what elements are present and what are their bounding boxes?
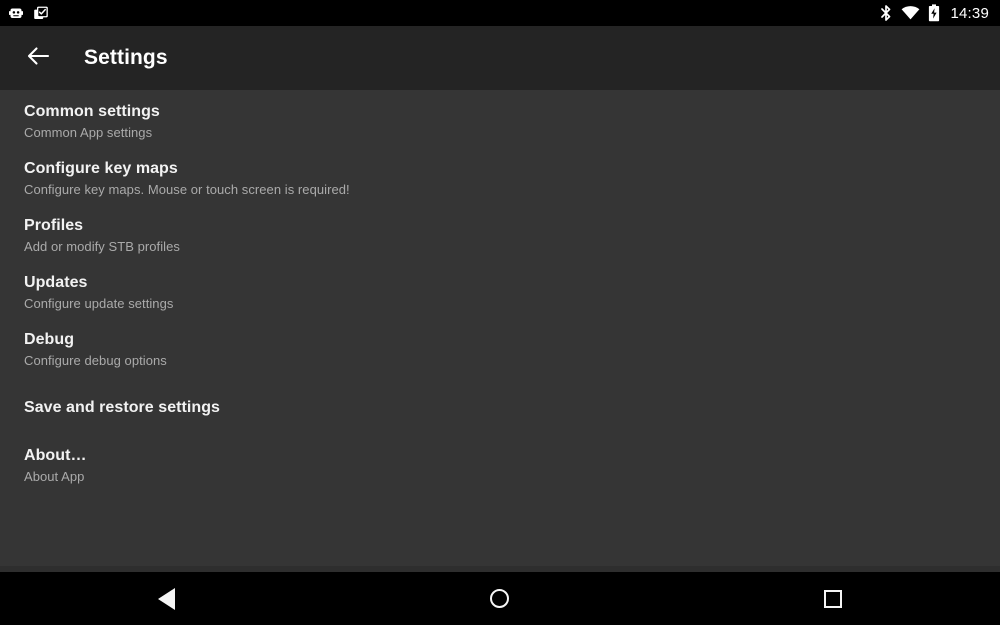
settings-item-save-and-restore-settings[interactable]: Save and restore settings [0, 397, 1000, 418]
settings-item-subtitle: Configure key maps. Mouse or touch scree… [24, 182, 350, 197]
settings-item-debug[interactable]: Debug Configure debug options [0, 329, 1000, 370]
settings-item-title: Debug [24, 331, 75, 348]
nav-home-button[interactable] [333, 572, 666, 625]
nav-recents-button[interactable] [667, 572, 1000, 625]
settings-content: Common settings Common App settings Conf… [0, 90, 1000, 572]
settings-item-configure-key-maps[interactable]: Configure key maps Configure key maps. M… [0, 158, 1000, 199]
app-toolbar: Settings [0, 26, 1000, 90]
settings-item-title: Common settings [24, 103, 160, 120]
settings-list: Common settings Common App settings Conf… [0, 90, 1000, 486]
settings-item-common-settings[interactable]: Common settings Common App settings [0, 101, 1000, 142]
battery-charging-icon [928, 4, 940, 22]
robot-notification-icon [8, 5, 24, 21]
nav-back-button[interactable] [0, 572, 333, 625]
square-recents-icon [824, 589, 843, 608]
page-title: Settings [84, 46, 168, 69]
settings-item-title: Updates [24, 274, 88, 291]
settings-item-subtitle: Configure debug options [24, 353, 167, 368]
status-bar-clock: 14:39 [950, 4, 989, 22]
toolbar-back-button[interactable] [14, 34, 62, 82]
status-bar: 14:39 [0, 0, 1000, 26]
circle-home-icon [490, 589, 510, 608]
system-navigation-bar [0, 572, 1000, 625]
settings-item-updates[interactable]: Updates Configure update settings [0, 272, 1000, 313]
settings-item-title: About… [24, 447, 87, 464]
settings-item-subtitle: Configure update settings [24, 296, 174, 311]
wifi-icon [901, 5, 920, 21]
settings-item-subtitle: Add or modify STB profiles [24, 239, 180, 254]
settings-item-title: Configure key maps [24, 160, 178, 177]
status-bar-system-icons: 14:39 [879, 4, 989, 22]
settings-item-subtitle: Common App settings [24, 125, 153, 140]
android-settings-screen: 14:39 Settings Common settings Common Ap… [0, 0, 1000, 625]
settings-item-title: Profiles [24, 217, 84, 234]
settings-item-subtitle: About App [24, 469, 85, 484]
settings-item-about[interactable]: About… About App [0, 445, 1000, 486]
settings-item-profiles[interactable]: Profiles Add or modify STB profiles [0, 215, 1000, 256]
clipboard-check-icon [33, 5, 49, 21]
arrow-left-icon [25, 43, 51, 74]
status-bar-notification-icons [8, 5, 49, 21]
bluetooth-icon [879, 4, 893, 22]
settings-item-title: Save and restore settings [24, 399, 220, 416]
triangle-back-icon [158, 587, 176, 610]
